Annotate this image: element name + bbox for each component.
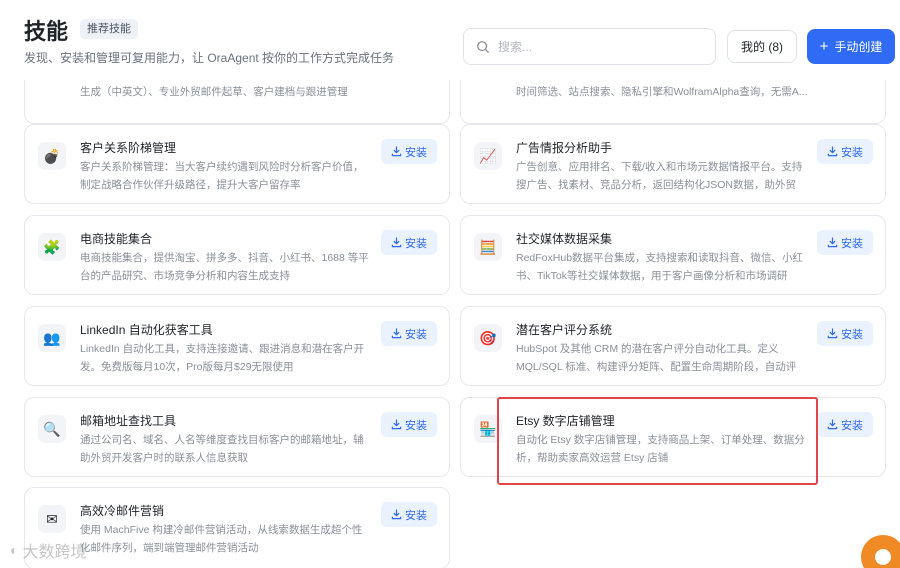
- watermark: ◐ 大数跨境: [10, 538, 86, 562]
- skill-card-partial[interactable]: 时间筛选、站点搜索、隐私引擎和WolframAlpha查询，无需A...: [460, 80, 886, 124]
- install-label: 安装: [841, 146, 863, 159]
- skill-desc: 时间筛选、站点搜索、隐私引擎和WolframAlpha查询，无需A...: [516, 86, 808, 98]
- skill-title: 电商技能集合: [80, 232, 153, 246]
- puzzle-icon: 🧩: [38, 233, 66, 261]
- install-button[interactable]: 安装: [381, 230, 437, 255]
- skill-desc: 自动化 Etsy 数字店铺管理，支持商品上架、订单处理、数据分析，帮助卖家高效运…: [516, 434, 805, 464]
- chart-icon: 📈: [474, 142, 502, 170]
- skill-desc: 生成（中英文）、专业外贸邮件起草、客户建档与跟进管理: [80, 86, 348, 98]
- install-label: 安装: [405, 419, 427, 432]
- search-icon: [477, 40, 489, 53]
- skill-desc: 通过公司名、域名、人名等维度查找目标客户的邮箱地址，辅助外贸开发客户时的联系人信…: [80, 434, 364, 464]
- install-label: 安装: [841, 237, 863, 250]
- install-button[interactable]: 安装: [381, 321, 437, 346]
- install-label: 安装: [841, 328, 863, 341]
- skill-card[interactable]: ✉ 高效冷邮件营销 使用 MachFive 构建冷邮件营销活动，从线索数据生成超…: [24, 487, 450, 568]
- skill-desc: 使用 MachFive 构建冷邮件营销活动，从线索数据生成超个性化邮件序列，端到…: [80, 524, 363, 554]
- target-icon: 🎯: [474, 324, 502, 352]
- watermark-text: 大数跨境: [22, 544, 87, 561]
- download-icon: [827, 146, 838, 157]
- magnifier-icon: 🔍: [38, 415, 66, 443]
- skill-title: 高效冷邮件营销: [80, 504, 165, 518]
- plus-icon: +: [819, 38, 829, 55]
- abacus-icon: 🧮: [474, 233, 502, 261]
- users-icon: 👥: [38, 324, 66, 352]
- skill-desc: RedFoxHub数据平台集成，支持搜索和读取抖音、微信、小红书、TikTok等…: [516, 252, 804, 282]
- watermark-logo-icon: ◐: [10, 542, 19, 558]
- create-skill-label: 手动创建: [834, 40, 883, 54]
- install-button[interactable]: 安装: [381, 502, 437, 527]
- install-button[interactable]: 安装: [817, 230, 873, 255]
- download-icon: [391, 328, 402, 339]
- recommended-badge[interactable]: 推荐技能: [80, 19, 138, 39]
- install-button[interactable]: 安装: [381, 139, 437, 164]
- chat-support-button[interactable]: [861, 535, 900, 568]
- skill-title: Etsy 数字店铺管理: [516, 414, 615, 428]
- download-icon: [827, 419, 838, 430]
- skill-card[interactable]: 🏪 Etsy 数字店铺管理 自动化 Etsy 数字店铺管理，支持商品上架、订单处…: [460, 397, 886, 477]
- skill-card[interactable]: 🔍 邮箱地址查找工具 通过公司名、域名、人名等维度查找目标客户的邮箱地址，辅助外…: [24, 397, 450, 477]
- skill-card[interactable]: 📈 广告情报分析助手 广告创意、应用排名、下载/收入和市场元数据情报平台。支持搜…: [460, 124, 886, 204]
- install-button[interactable]: 安装: [381, 412, 437, 437]
- install-label: 安装: [841, 419, 863, 432]
- mail-icon: ✉: [38, 505, 66, 533]
- skill-card[interactable]: 🧮 社交媒体数据采集 RedFoxHub数据平台集成，支持搜索和读取抖音、微信、…: [460, 215, 886, 295]
- download-icon: [391, 237, 402, 248]
- skill-card[interactable]: 🧩 电商技能集合 电商技能集合，提供淘宝、拼多多、抖音、小红书、1688 等平台…: [24, 215, 450, 295]
- install-label: 安装: [405, 509, 427, 522]
- skill-desc: HubSpot 及其他 CRM 的潜在客户评分自动化工具。定义 MQL/SQL …: [516, 343, 797, 373]
- bomb-icon: 💣: [38, 142, 66, 170]
- skill-title: 社交媒体数据采集: [516, 232, 613, 246]
- skill-title: 邮箱地址查找工具: [80, 414, 177, 428]
- skill-card[interactable]: 🎯 潜在客户评分系统 HubSpot 及其他 CRM 的潜在客户评分自动化工具。…: [460, 306, 886, 386]
- page-title: 技能: [24, 19, 69, 44]
- page-subtitle: 发现、安装和管理可复用能力，让 OraAgent 按你的工作方式完成任务: [24, 51, 395, 65]
- install-label: 安装: [405, 146, 427, 159]
- skill-title: 广告情报分析助手: [516, 141, 613, 155]
- skill-title: 潜在客户评分系统: [516, 323, 613, 337]
- shop-icon: 🏪: [474, 415, 502, 443]
- search-input[interactable]: [498, 39, 698, 54]
- search-box[interactable]: [463, 28, 716, 65]
- skill-desc: 广告创意、应用排名、下载/收入和市场元数据情报平台。支持搜广告、找素材、竞品分析…: [516, 161, 803, 191]
- skill-desc: 客户关系阶梯管理：当大客户续约遇到风险时分析客户价值，制定战略合作伙伴升级路径，…: [80, 161, 364, 191]
- skill-card[interactable]: 💣 客户关系阶梯管理 客户关系阶梯管理：当大客户续约遇到风险时分析客户价值，制定…: [24, 124, 450, 204]
- skill-desc: LinkedIn 自动化工具，支持连接邀请、跟进消息和潜在客户开发。免费版每月1…: [80, 343, 365, 373]
- download-icon: [391, 509, 402, 520]
- install-label: 安装: [405, 237, 427, 250]
- install-button[interactable]: 安装: [817, 412, 873, 437]
- skill-card[interactable]: 👥 LinkedIn 自动化获客工具 LinkedIn 自动化工具，支持连接邀请…: [24, 306, 450, 386]
- create-skill-button[interactable]: + 手动创建: [807, 29, 895, 64]
- download-icon: [391, 419, 402, 430]
- skill-card-partial[interactable]: 生成（中英文）、专业外贸邮件起草、客户建档与跟进管理: [24, 80, 450, 124]
- install-button[interactable]: 安装: [817, 321, 873, 346]
- chat-icon: [875, 549, 891, 565]
- page-header: 技能 推荐技能 发现、安装和管理可复用能力，让 OraAgent 按你的工作方式…: [0, 0, 900, 80]
- skill-title: LinkedIn 自动化获客工具: [80, 323, 213, 337]
- skill-title: 客户关系阶梯管理: [80, 141, 177, 155]
- download-icon: [391, 146, 402, 157]
- my-skills-button[interactable]: 我的 (8): [727, 30, 797, 63]
- download-icon: [827, 237, 838, 248]
- skill-desc: 电商技能集合，提供淘宝、拼多多、抖音、小红书、1688 等平台的产品研究、市场竞…: [80, 252, 369, 282]
- download-icon: [827, 328, 838, 339]
- install-button[interactable]: 安装: [817, 139, 873, 164]
- install-label: 安装: [405, 328, 427, 341]
